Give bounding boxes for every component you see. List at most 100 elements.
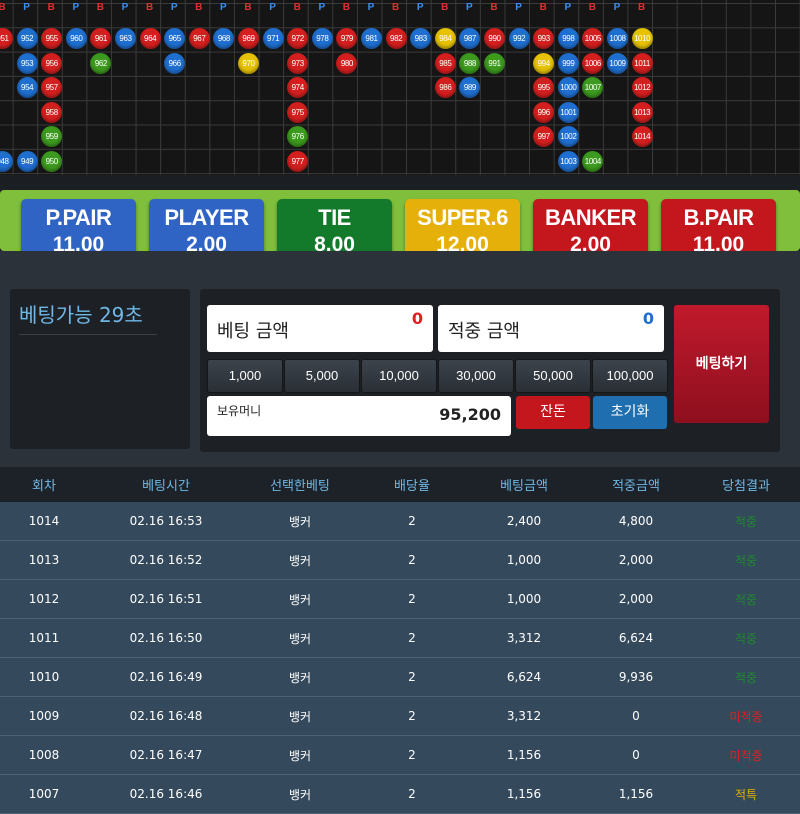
cell-bet: 1,000 — [506, 553, 542, 567]
road-ball: 978 — [311, 28, 333, 49]
cell-win: 2,000 — [618, 553, 654, 567]
remain-button[interactable]: 잔돈 — [516, 396, 590, 429]
place-bet-button[interactable]: 베팅하기 — [674, 305, 769, 423]
cell-win: 2,000 — [618, 592, 654, 606]
road-header: P — [170, 2, 178, 13]
road-ball: 1011 — [631, 52, 653, 74]
road-header: P — [367, 2, 375, 13]
cell-win: 9,936 — [618, 670, 654, 684]
reset-button[interactable]: 초기화 — [593, 396, 667, 429]
bet-amount-label: 베팅 금액 — [217, 321, 289, 342]
cell-pick: 뱅커 — [288, 787, 312, 802]
road-ball: 984 — [434, 28, 456, 49]
cell-bet: 1,156 — [506, 748, 542, 762]
road-header: P — [220, 2, 227, 13]
road-ball: 1000 — [557, 77, 579, 99]
cell-odds: 2 — [408, 631, 416, 645]
road-ball: 986 — [434, 77, 456, 99]
road-ball: 969 — [238, 28, 259, 49]
road-header: P — [121, 2, 129, 13]
cell-win: 0 — [632, 709, 640, 723]
table-row: 1010 02.16 16:49 뱅커 2 6,624 9,936 적중 — [0, 658, 800, 697]
road-header: B — [96, 2, 104, 13]
chip-30000-button[interactable]: 30,000 — [438, 359, 514, 393]
cell-pick: 뱅커 — [288, 748, 312, 763]
road-header: P — [416, 2, 424, 13]
cell-pick: 뱅커 — [288, 592, 312, 607]
chip-50000-button[interactable]: 50,000 — [515, 359, 591, 393]
table-header: 회차 베팅시간 선택한베팅 배당율 베팅금액 적중금액 당첨결과 — [0, 467, 800, 502]
col-win: 적중금액 — [612, 479, 660, 494]
cell-round: 1007 — [28, 787, 60, 801]
road-header: B — [637, 2, 646, 13]
road-ball: 964 — [139, 28, 161, 49]
road-header: P — [613, 2, 621, 13]
bet-name: P.PAIR — [45, 205, 112, 230]
bet-amount-value: 0 — [411, 309, 423, 328]
cell-odds: 2 — [408, 709, 416, 723]
cell-win: 6,624 — [618, 631, 654, 645]
road-header: P — [72, 2, 80, 13]
cell-result: 미적중 — [729, 709, 763, 724]
cell-time: 02.16 16:49 — [129, 670, 203, 684]
cell-round: 1010 — [28, 670, 60, 684]
balance-label: 보유머니 — [217, 404, 262, 418]
road-header: B — [47, 2, 55, 13]
balance-display: 보유머니 95,200 — [207, 396, 511, 436]
chip-1000-button[interactable]: 1,000 — [207, 359, 283, 393]
cell-bet: 3,312 — [506, 631, 542, 645]
cell-round: 1012 — [28, 592, 60, 606]
road-ball: 994 — [533, 52, 555, 74]
chip-10000-button[interactable]: 10,000 — [361, 359, 437, 393]
road-ball: 953 — [16, 52, 38, 74]
cell-result: 적중 — [734, 553, 758, 568]
road-ball: 973 — [287, 52, 309, 74]
road-ball: 954 — [16, 77, 38, 99]
table-row: 1011 02.16 16:50 뱅커 2 3,312 6,624 적중 — [0, 619, 800, 658]
road-ball: 967 — [188, 28, 210, 49]
road-ball: 958 — [41, 101, 63, 123]
cell-bet: 1,156 — [506, 787, 542, 801]
table-row: 1007 02.16 16:46 뱅커 2 1,156 1,156 적특 — [0, 775, 800, 814]
col-round: 회차 — [32, 479, 56, 494]
road-board: BPBPBPBPBPBPBPBPBPBPBPBPBPB 951952955960… — [0, 0, 800, 175]
road-header: B — [588, 2, 596, 13]
road-ball: 991 — [484, 52, 505, 74]
timer-panel: 베팅가능 29초 — [10, 289, 190, 449]
road-ball: 949 — [16, 151, 38, 172]
bet-history-table: 회차 베팅시간 선택한베팅 배당율 베팅금액 적중금액 당첨결과 1014 02.… — [0, 467, 800, 814]
win-amount-value: 0 — [642, 309, 654, 328]
cell-result: 적중 — [734, 514, 758, 529]
road-ball: 1013 — [631, 101, 653, 123]
cell-pick: 뱅커 — [288, 514, 312, 529]
road-header: P — [564, 2, 572, 13]
cell-result: 적특 — [734, 787, 758, 802]
chip-5000-button[interactable]: 5,000 — [284, 359, 360, 393]
road-ball: 985 — [434, 52, 456, 74]
road-ball: 971 — [262, 28, 284, 49]
bet-name: SUPER.6 — [417, 205, 508, 230]
bet-name: B.PAIR — [683, 205, 754, 230]
road-ball: 963 — [115, 28, 136, 49]
betting-control-panel: 베팅가능 29초 베팅 금액 0 적중 금액 0 1,000 5,000 10,… — [0, 251, 800, 467]
cell-odds: 2 — [408, 670, 416, 684]
road-header: B — [490, 2, 498, 13]
cell-win: 0 — [632, 748, 640, 762]
cell-result: 미적중 — [729, 748, 763, 763]
cell-bet: 1,000 — [506, 592, 542, 606]
road-ball: 999 — [557, 52, 579, 74]
road-header: B — [145, 2, 154, 13]
road-ball: 992 — [508, 28, 530, 49]
col-odds: 배당율 — [394, 479, 430, 494]
road-ball: 1008 — [607, 28, 628, 49]
table-row: 1009 02.16 16:48 뱅커 2 3,312 0 미적중 — [0, 697, 800, 736]
chip-100000-button[interactable]: 100,000 — [592, 359, 668, 393]
road-ball: 998 — [557, 28, 579, 49]
road-ball: 1003 — [557, 151, 579, 172]
cell-odds: 2 — [408, 514, 416, 528]
cell-time: 02.16 16:51 — [129, 592, 203, 606]
cell-pick: 뱅커 — [288, 670, 312, 685]
road-header: B — [539, 2, 547, 13]
cell-time: 02.16 16:52 — [129, 553, 203, 567]
cell-time: 02.16 16:50 — [129, 631, 203, 645]
